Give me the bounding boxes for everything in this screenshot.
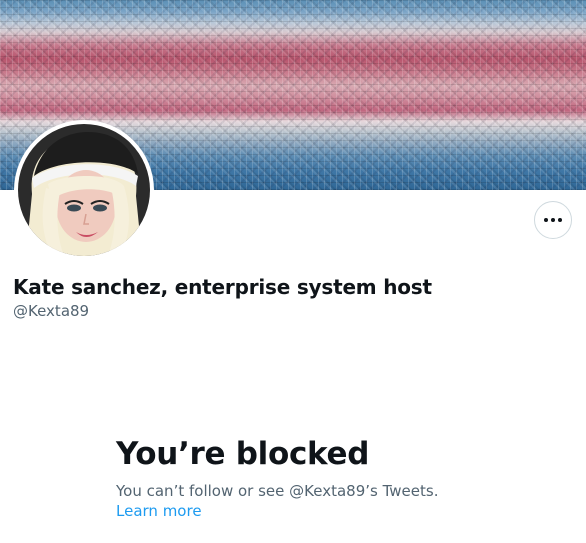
- profile-display-name: Kate sanchez, enterprise system host: [13, 275, 432, 299]
- profile-avatar[interactable]: [18, 124, 150, 256]
- blocked-message-block: You can’t follow or see @Kexta89’s Tweet…: [116, 481, 476, 521]
- blocked-title: You’re blocked: [116, 436, 370, 472]
- more-options-button[interactable]: [534, 201, 572, 239]
- profile-handle: @Kexta89: [13, 302, 90, 320]
- avatar-photo: [18, 124, 150, 256]
- learn-more-link[interactable]: Learn more: [116, 502, 202, 520]
- blocked-message: You can’t follow or see @Kexta89’s Tweet…: [116, 482, 439, 500]
- more-horizontal-icon: [544, 218, 562, 222]
- profile-avatar-frame: [14, 120, 154, 260]
